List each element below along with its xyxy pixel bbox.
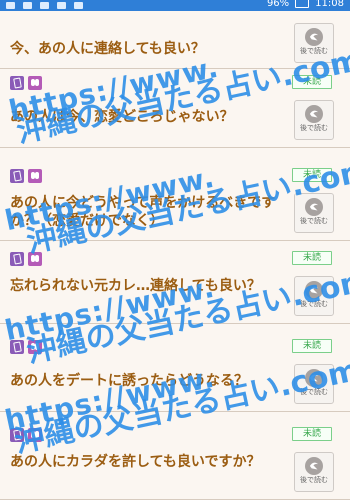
- love-icon: [28, 428, 42, 442]
- love-icon: [28, 169, 42, 183]
- read-later-button[interactable]: 後で読む: [294, 23, 334, 63]
- unread-badge: 未読: [292, 427, 332, 441]
- battery-percent: 96%: [266, 0, 290, 9]
- status-bar: 96% 11:08: [0, 0, 350, 11]
- bookmark-icon: [305, 369, 323, 387]
- category-icons: [10, 428, 42, 442]
- read-later-button[interactable]: 後で読む: [294, 193, 334, 233]
- bookmark-icon: [305, 457, 323, 475]
- notification-icon: [40, 2, 49, 9]
- card-icon: [10, 428, 24, 442]
- notification-icon: [74, 2, 83, 9]
- read-later-button[interactable]: 後で読む: [294, 452, 334, 492]
- read-later-button[interactable]: 後で読む: [294, 364, 334, 404]
- item-title[interactable]: あの人をデートに誘ったらどうなる？: [10, 372, 280, 390]
- read-later-label: 後で読む: [300, 476, 328, 484]
- category-icons: [10, 169, 42, 183]
- read-later-label: 後で読む: [300, 47, 328, 55]
- notification-icon: [23, 2, 32, 9]
- list-item[interactable]: 未読 あの人をデートに誘ったらどうなる？ 後で読む: [0, 333, 350, 412]
- read-later-button[interactable]: 後で読む: [294, 276, 334, 316]
- read-later-label: 後で読む: [300, 388, 328, 396]
- read-later-label: 後で読む: [300, 124, 328, 132]
- clock: 11:08: [315, 0, 344, 9]
- notification-icon: [6, 2, 15, 9]
- card-icon: [10, 340, 24, 354]
- bookmark-icon: [305, 28, 323, 46]
- read-later-label: 後で読む: [300, 217, 328, 225]
- bookmark-icon: [305, 105, 323, 123]
- item-title[interactable]: 今、あの人に連絡しても良い？: [10, 40, 280, 58]
- card-icon: [10, 252, 24, 266]
- unread-badge: 未読: [292, 75, 332, 89]
- card-icon: [10, 76, 24, 90]
- category-icons: [10, 76, 42, 90]
- notification-icon: [57, 2, 66, 9]
- item-title[interactable]: あの人は今、恋愛どころじゃない？: [10, 108, 280, 126]
- item-title[interactable]: あの人にカラダを許しても良いですか？: [10, 453, 280, 471]
- status-right: 96% 11:08: [267, 0, 344, 9]
- love-icon: [28, 76, 42, 90]
- battery-icon: [295, 0, 310, 8]
- unread-badge: 未読: [292, 251, 332, 265]
- list-item[interactable]: 未読 あの人にカラダを許しても良いですか？ 後で読む: [0, 421, 350, 500]
- love-icon: [28, 252, 42, 266]
- bookmark-icon: [305, 281, 323, 299]
- category-icons: [10, 340, 42, 354]
- item-title[interactable]: 忘れられない元カレ…連絡しても良い？: [10, 277, 280, 295]
- list-item[interactable]: 今、あの人に連絡しても良い？ 後で読む: [0, 11, 350, 69]
- read-later-button[interactable]: 後で読む: [294, 100, 334, 140]
- card-icon: [10, 169, 24, 183]
- notification-icons: [6, 0, 83, 11]
- list-item[interactable]: 未読 あの人は今、恋愛どころじゃない？ 後で読む: [0, 69, 350, 148]
- list-item[interactable]: 未読 忘れられない元カレ…連絡しても良い？ 後で読む: [0, 245, 350, 324]
- item-title[interactable]: あの人に今どうやって声をかけるべきですか？（恋愛だけでなく）: [10, 194, 280, 230]
- category-icons: [10, 252, 42, 266]
- love-icon: [28, 340, 42, 354]
- list-item[interactable]: 未読 あの人に今どうやって声をかけるべきですか？（恋愛だけでなく） 後で読む: [0, 162, 350, 241]
- unread-badge: 未読: [292, 339, 332, 353]
- read-later-label: 後で読む: [300, 300, 328, 308]
- unread-badge: 未読: [292, 168, 332, 182]
- bookmark-icon: [305, 198, 323, 216]
